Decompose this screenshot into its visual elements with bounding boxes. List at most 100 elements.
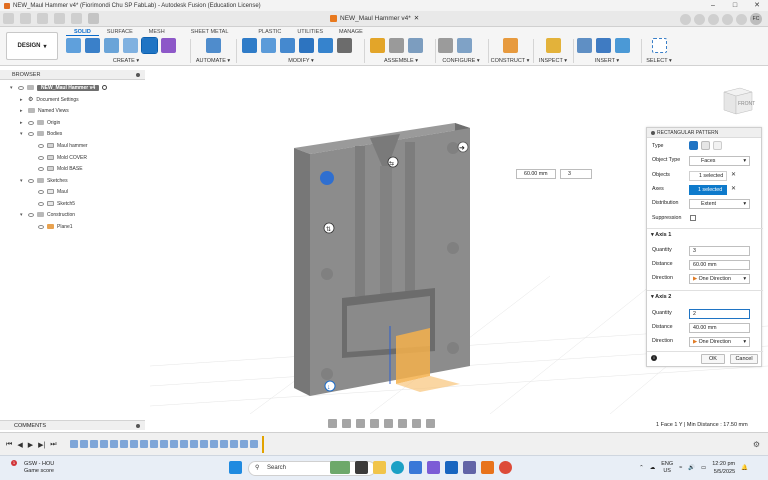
tree-item-plane1[interactable]: Plane1 — [38, 222, 73, 231]
timeline-feature[interactable] — [160, 440, 168, 448]
windows-start-icon[interactable] — [229, 461, 242, 474]
quantity-manipulator-icon[interactable]: ⇆ — [387, 156, 399, 168]
tree-item-maul-sketch[interactable]: Maul — [38, 187, 68, 196]
fit-icon[interactable] — [384, 419, 393, 428]
configure-menu[interactable]: CONFIGURE ▾ — [438, 58, 484, 64]
tree-item-bodies[interactable]: ▾ Bodies — [20, 129, 62, 138]
close-icon[interactable]: ✕ — [746, 0, 768, 11]
timeline-feature[interactable] — [200, 440, 208, 448]
undo-icon[interactable] — [54, 13, 65, 24]
visibility-icon[interactable] — [38, 189, 44, 194]
ok-button[interactable]: OK — [701, 354, 725, 364]
activate-radio-icon[interactable] — [102, 85, 108, 90]
cloud-icon[interactable]: ☁ — [650, 465, 656, 471]
panel-collapse-icon[interactable] — [651, 131, 655, 135]
store-icon[interactable] — [409, 461, 422, 474]
tab-plastic[interactable]: PLASTIC — [250, 28, 289, 36]
tab-sheet-metal[interactable]: SHEET METAL — [183, 28, 237, 36]
visibility-icon[interactable] — [28, 178, 34, 183]
tree-item-document-settings[interactable]: ▸ ⚙ Document Settings — [20, 95, 79, 104]
tab-surface[interactable]: SURFACE — [99, 28, 141, 36]
offset-plane-icon[interactable] — [502, 38, 518, 53]
outlook-icon[interactable] — [445, 461, 458, 474]
pattern-type-faces-icon[interactable] — [689, 141, 698, 150]
clock[interactable]: 12:20 pm 5/5/2025 — [712, 460, 735, 476]
as-built-joint-icon[interactable] — [408, 38, 423, 53]
extrude-icon[interactable] — [104, 38, 119, 53]
tree-item-named-views[interactable]: ▸ Named Views — [20, 106, 69, 115]
timeline-forward-icon[interactable]: ▶| — [38, 441, 45, 449]
visibility-icon[interactable] — [38, 155, 44, 160]
axis2-direction-select[interactable]: ▶ One Direction ▾ — [689, 337, 750, 347]
configure-rule-icon[interactable] — [457, 38, 472, 53]
clear-objects-icon[interactable]: ✕ — [731, 171, 736, 178]
assemble-menu[interactable]: ASSEMBLE ▾ — [370, 58, 432, 64]
notifications-icon[interactable] — [722, 13, 733, 25]
file-explorer-icon[interactable] — [373, 461, 386, 474]
visibility-icon[interactable] — [28, 120, 34, 125]
redo-icon[interactable] — [71, 13, 82, 24]
shell-icon[interactable] — [299, 38, 314, 53]
timeline-play-icon[interactable]: ▶ — [28, 441, 33, 449]
axes-selection[interactable]: 1 selected — [689, 185, 727, 195]
axis1-quantity-input[interactable]: 3 — [689, 246, 750, 256]
timeline-feature[interactable] — [250, 440, 258, 448]
timeline-feature[interactable] — [110, 440, 118, 448]
tree-item-maul-hammer[interactable]: Maul hammer — [38, 141, 88, 150]
volume-icon[interactable]: 🔊 — [688, 465, 695, 471]
timeline-back-icon[interactable]: ◀ — [17, 441, 22, 449]
comments-toggle-icon[interactable] — [136, 424, 140, 428]
form-icon[interactable] — [161, 38, 176, 53]
tab-mesh[interactable]: MESH — [141, 28, 173, 36]
timeline-feature[interactable] — [80, 440, 88, 448]
new-tab-icon[interactable] — [680, 13, 691, 25]
distribution-select[interactable]: Extent ▾ — [689, 199, 750, 209]
new-component-icon[interactable] — [66, 38, 81, 53]
timeline-feature[interactable] — [170, 440, 178, 448]
axis2-distance-input[interactable]: 40.00 mm — [689, 323, 750, 333]
avatar[interactable]: FC — [750, 13, 762, 25]
axis1-distance-input[interactable]: 60.00 mm — [689, 260, 750, 270]
tree-item-origin[interactable]: ▸ Origin — [20, 118, 60, 127]
revolve-icon[interactable] — [123, 38, 138, 53]
visibility-icon[interactable] — [38, 224, 44, 229]
home-icon[interactable] — [88, 13, 99, 24]
zoom-icon[interactable] — [370, 419, 379, 428]
visibility-icon[interactable] — [38, 143, 44, 148]
info-icon[interactable]: i — [651, 355, 657, 361]
workspace-switcher-button[interactable]: DESIGN ▾ — [6, 32, 58, 60]
maximize-icon[interactable]: □ — [724, 0, 746, 11]
joint-icon[interactable] — [389, 38, 404, 53]
job-status-icon[interactable] — [708, 13, 719, 25]
pattern-type-bodies-icon[interactable] — [701, 141, 710, 150]
create-menu[interactable]: CREATE ▾ — [66, 58, 186, 64]
axis1-section-header[interactable]: ▾ Axis 1 — [651, 232, 671, 238]
viewports-icon[interactable] — [426, 419, 435, 428]
fillet-icon[interactable] — [261, 38, 276, 53]
chrome-icon[interactable] — [499, 461, 512, 474]
grid-settings-icon[interactable] — [412, 419, 421, 428]
browser-header[interactable]: BROWSER — [0, 70, 145, 80]
mold-base-body[interactable] — [294, 123, 470, 396]
timeline-feature[interactable] — [240, 440, 248, 448]
notification-bell-icon[interactable]: 🔔 — [741, 465, 748, 471]
insert-canvas-icon[interactable] — [615, 38, 630, 53]
gear-icon[interactable]: ⚙ — [753, 440, 760, 449]
file-icon[interactable] — [20, 13, 31, 24]
timeline-feature[interactable] — [90, 440, 98, 448]
configure-table-icon[interactable] — [438, 38, 453, 53]
extensions-icon[interactable] — [694, 13, 705, 25]
insert-mesh-icon[interactable] — [596, 38, 611, 53]
display-settings-icon[interactable] — [398, 419, 407, 428]
browser-pin-icon[interactable] — [136, 73, 140, 77]
edge-icon[interactable] — [391, 461, 404, 474]
timeline-feature[interactable] — [100, 440, 108, 448]
look-at-icon[interactable] — [342, 419, 351, 428]
timeline-feature[interactable] — [220, 440, 228, 448]
timeline-marker[interactable] — [262, 436, 264, 453]
cancel-button[interactable]: Cancel — [730, 354, 758, 364]
tab-solid[interactable]: SOLID — [66, 28, 99, 36]
timeline-feature[interactable] — [120, 440, 128, 448]
inline-distance-input[interactable]: 60.00 mm — [516, 169, 556, 179]
new-component-assemble-icon[interactable] — [370, 38, 385, 53]
